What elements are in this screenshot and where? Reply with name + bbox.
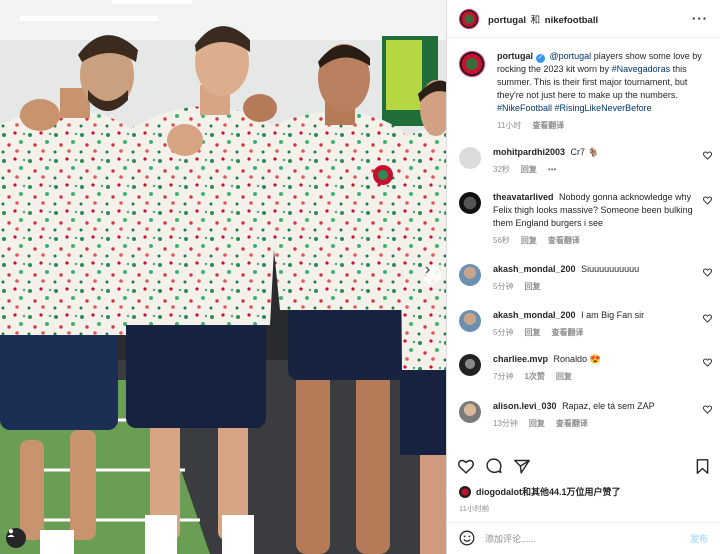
- caption-username[interactable]: portugal: [497, 51, 533, 61]
- comment-meta: 32秒 回复 •••: [493, 163, 694, 176]
- paper-plane-icon[interactable]: [514, 459, 530, 476]
- comment-time[interactable]: 32秒: [493, 163, 510, 176]
- post-caption: portugal ✓ @portugal players show some lo…: [447, 50, 720, 132]
- comment-more-button[interactable]: •••: [548, 163, 556, 176]
- heart-icon[interactable]: [703, 314, 712, 325]
- commenter-avatar[interactable]: [459, 401, 481, 423]
- comment-username[interactable]: theavatarlived: [493, 192, 554, 202]
- caption-mention[interactable]: @portugal: [550, 51, 592, 61]
- caption-hashtag-navegadoras[interactable]: #Navegadoras: [612, 64, 671, 74]
- liker-avatar[interactable]: [459, 485, 471, 498]
- caption-avatar[interactable]: [459, 51, 485, 77]
- comment-body: akash_mondal_200 I am Big Fan sir 5分钟 回复…: [493, 309, 708, 339]
- comment-item: akash_mondal_200 Siuuuuuuuuuu 5分钟 回复: [447, 263, 720, 293]
- caption-body: portugal ✓ @portugal players show some lo…: [497, 50, 708, 132]
- comment-time[interactable]: 13分钟: [493, 417, 518, 430]
- comment-username[interactable]: alison.levi_030: [493, 401, 557, 411]
- translate-button[interactable]: 查看翻译: [548, 234, 580, 247]
- heart-icon[interactable]: [703, 268, 712, 279]
- commenter-avatar[interactable]: [459, 354, 481, 376]
- likes-count-text[interactable]: 和其他44.1万位用户赞了: [522, 485, 621, 498]
- comment-likes-count[interactable]: 1次赞: [524, 370, 544, 383]
- comment-body: akash_mondal_200 Siuuuuuuuuuu 5分钟 回复: [493, 263, 708, 293]
- author-username[interactable]: portugal: [488, 15, 526, 26]
- photo-illustration: [0, 0, 446, 554]
- comment-item: akash_mondal_200 I am Big Fan sir 5分钟 回复…: [447, 309, 720, 339]
- post-author-names: portugal 和 nikefootball: [488, 12, 598, 26]
- caption-hashtag-risinglikeneverbefore[interactable]: #RisingLikeNeverBefore: [555, 103, 652, 113]
- first-liker-username[interactable]: diogodalot: [476, 487, 522, 497]
- collaborator-username[interactable]: nikefootball: [545, 15, 598, 26]
- caption-meta: 11小时 查看翻译: [497, 119, 706, 132]
- comment-body: charliee.mvp Ronaldo 😍 7分钟 1次赞 回复: [493, 353, 708, 383]
- comment-item: theavatarlived Nobody gonna acknowledge …: [447, 191, 720, 247]
- comment-text: Cr7 🐐: [570, 147, 599, 157]
- post-actions: [447, 456, 720, 478]
- next-photo-button[interactable]: [423, 266, 441, 284]
- smiley-icon[interactable]: [459, 530, 475, 548]
- comment-meta: 56秒 回复 查看翻译: [493, 234, 694, 247]
- author-avatar[interactable]: [459, 8, 479, 29]
- add-comment-input[interactable]: [485, 533, 690, 544]
- reply-button[interactable]: 回复: [521, 234, 537, 247]
- comment-text: Rapaz, ele tá sem ZAP: [562, 401, 655, 411]
- comment-username[interactable]: mohitpardhi2003: [493, 147, 565, 157]
- comment-meta: 5分钟 回复 查看翻译: [493, 326, 694, 339]
- comment-time[interactable]: 7分钟: [493, 370, 513, 383]
- translate-button[interactable]: 查看翻译: [551, 326, 583, 339]
- reply-button[interactable]: 回复: [524, 326, 540, 339]
- likes-summary: diogodalot 和其他44.1万位用户赞了: [459, 485, 708, 498]
- comment-item: mohitpardhi2003 Cr7 🐐 32秒 回复 •••: [447, 146, 720, 176]
- heart-icon[interactable]: [703, 405, 712, 416]
- comment-item: charliee.mvp Ronaldo 😍 7分钟 1次赞 回复: [447, 353, 720, 383]
- reply-button[interactable]: 回复: [524, 280, 540, 293]
- tagged-users-button[interactable]: [6, 528, 26, 548]
- post-header: portugal 和 nikefootball ···: [447, 0, 720, 38]
- post-side-panel: portugal 和 nikefootball ··· portugal ✓ @p…: [446, 0, 720, 554]
- post-timestamp[interactable]: 11小时前: [459, 503, 489, 514]
- post-photo[interactable]: [0, 0, 446, 554]
- commenter-avatar[interactable]: [459, 192, 481, 214]
- comment-time[interactable]: 56秒: [493, 234, 510, 247]
- commenter-avatar[interactable]: [459, 264, 481, 286]
- reply-button[interactable]: 回复: [556, 370, 572, 383]
- post-comment-button[interactable]: 发布: [690, 532, 708, 545]
- reply-button[interactable]: 回复: [529, 417, 545, 430]
- comment-text: Ronaldo 😍: [553, 354, 601, 364]
- verified-badge-icon: ✓: [536, 54, 545, 63]
- heart-icon[interactable]: [703, 151, 712, 162]
- comment-meta: 7分钟 1次赞 回复: [493, 370, 694, 383]
- reply-button[interactable]: 回复: [521, 163, 537, 176]
- comment-username[interactable]: akash_mondal_200: [493, 264, 576, 274]
- and-text: 和: [530, 14, 541, 26]
- comment-time[interactable]: 5分钟: [493, 326, 513, 339]
- caption-hashtag-nikefootball[interactable]: #NikeFootball: [497, 103, 552, 113]
- add-comment-bar: 发布: [447, 522, 720, 554]
- comment-username[interactable]: akash_mondal_200: [493, 310, 576, 320]
- instagram-post-view: portugal 和 nikefootball ··· portugal ✓ @p…: [0, 0, 720, 554]
- comment-item: alison.levi_030 Rapaz, ele tá sem ZAP 13…: [447, 400, 720, 430]
- comment-text: I am Big Fan sir: [581, 310, 645, 320]
- bookmark-icon[interactable]: [696, 458, 709, 476]
- more-dots-icon[interactable]: ···: [692, 11, 708, 26]
- comment-meta: 5分钟 回复: [493, 280, 694, 293]
- comments-list: portugal ✓ @portugal players show some lo…: [447, 40, 720, 450]
- translate-button[interactable]: 查看翻译: [556, 417, 588, 430]
- comment-body: alison.levi_030 Rapaz, ele tá sem ZAP 13…: [493, 400, 708, 430]
- comment-meta: 13分钟 回复 查看翻译: [493, 417, 694, 430]
- commenter-avatar[interactable]: [459, 147, 481, 169]
- caption-time[interactable]: 11小时: [497, 119, 521, 132]
- comment-username[interactable]: charliee.mvp: [493, 354, 548, 364]
- comment-text: Siuuuuuuuuuu: [581, 264, 640, 274]
- heart-icon[interactable]: [458, 459, 474, 476]
- comment-body: mohitpardhi2003 Cr7 🐐 32秒 回复 •••: [493, 146, 708, 176]
- heart-icon[interactable]: [703, 196, 712, 207]
- comment-bubble-icon[interactable]: [486, 458, 502, 476]
- comment-body: theavatarlived Nobody gonna acknowledge …: [493, 191, 708, 247]
- caption-translate-button[interactable]: 查看翻译: [532, 119, 564, 132]
- commenter-avatar[interactable]: [459, 310, 481, 332]
- comment-time[interactable]: 5分钟: [493, 280, 513, 293]
- heart-icon[interactable]: [703, 358, 712, 369]
